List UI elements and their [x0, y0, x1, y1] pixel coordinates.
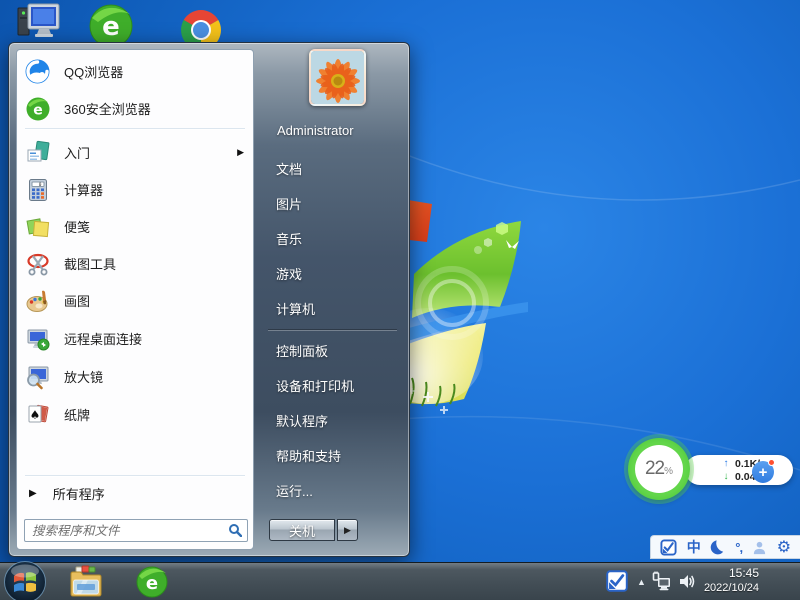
- svg-text:e: e: [33, 102, 43, 118]
- menu-item-games[interactable]: 游戏: [254, 256, 411, 291]
- upload-arrow-icon: ↑: [721, 458, 731, 469]
- memory-percent: 22: [645, 458, 664, 480]
- menu-item-run[interactable]: 运行...: [254, 473, 411, 508]
- all-programs-label: 所有程序: [53, 484, 105, 503]
- ime-language-bar: 中 °, ⚙: [650, 535, 800, 559]
- svg-text:♠: ♠: [29, 408, 40, 422]
- menu-item-label: 远程桌面连接: [64, 329, 142, 348]
- menu-item-paint[interactable]: 画图: [17, 282, 253, 319]
- all-programs-button[interactable]: ▶ 所有程序: [17, 480, 253, 506]
- user-avatar[interactable]: [309, 49, 366, 106]
- tray-date: 2022/10/24: [703, 581, 759, 596]
- volume-tray-icon[interactable]: [678, 572, 697, 596]
- shutdown-options-button[interactable]: ▶: [337, 519, 358, 541]
- all-programs-arrow-icon: ▶: [29, 488, 37, 499]
- ime-logo-icon[interactable]: [660, 539, 677, 556]
- menu-item-360-browser[interactable]: e 360安全浏览器: [17, 90, 253, 127]
- notification-dot: [768, 459, 775, 466]
- menu-item-computer[interactable]: 计算机: [254, 291, 411, 326]
- 360-browser-taskbar-icon[interactable]: e: [134, 565, 170, 600]
- show-hidden-icons-button[interactable]: ▲: [637, 577, 646, 587]
- sticky-notes-icon: [24, 213, 51, 240]
- menu-item-magnifier[interactable]: 放大镜: [17, 358, 253, 395]
- menu-item-label: 画图: [64, 291, 90, 310]
- flower-avatar-image: [311, 51, 364, 104]
- menu-item-default-programs[interactable]: 默认程序: [254, 403, 411, 438]
- desktop-wallpaper: e: [0, 0, 800, 600]
- tray-clock[interactable]: 15:45 2022/10/24: [703, 566, 759, 596]
- menu-item-pictures[interactable]: 图片: [254, 186, 411, 221]
- menu-item-devices-printers[interactable]: 设备和打印机: [254, 368, 411, 403]
- getting-started-icon: [24, 139, 51, 166]
- menu-item-remote-desktop[interactable]: 远程桌面连接: [17, 320, 253, 357]
- shutdown-controls: 关机 ▶: [269, 519, 358, 541]
- explorer-taskbar-icon[interactable]: [68, 565, 104, 600]
- paint-icon: [24, 287, 51, 314]
- right-panel-separator: [268, 330, 397, 331]
- net-speed-widget: ↑ 0.1K/s ↓ 0.04K/s + 22%: [626, 436, 796, 502]
- menu-item-music[interactable]: 音乐: [254, 221, 411, 256]
- submenu-arrow-icon: ▶: [237, 147, 244, 158]
- start-search: [24, 519, 248, 542]
- svg-text:e: e: [102, 12, 120, 42]
- menu-item-sticky-notes[interactable]: 便笺: [17, 208, 253, 245]
- tray-time: 15:45: [703, 566, 759, 581]
- start-menu: QQ浏览器 e 360安全浏览器: [8, 42, 410, 557]
- menu-item-label: 入门: [64, 143, 90, 162]
- start-button[interactable]: [3, 560, 47, 600]
- menu-item-getting-started[interactable]: 入门 ▶: [17, 134, 253, 171]
- snipping-tool-icon: [24, 250, 51, 277]
- 360-browser-icon: e: [24, 95, 51, 122]
- menu-item-qq-browser[interactable]: QQ浏览器: [17, 53, 253, 90]
- search-input[interactable]: [24, 519, 248, 542]
- ime-mode-chinese[interactable]: 中: [687, 537, 701, 557]
- ime-settings-gear-icon[interactable]: ⚙: [777, 537, 791, 557]
- user-mode-icon[interactable]: [752, 540, 767, 555]
- menu-item-label: 截图工具: [64, 254, 116, 273]
- menu-item-label: QQ浏览器: [64, 62, 123, 81]
- start-menu-right-panel: Administrator 文档 图片 音乐 游戏 计算机 控制面板 设备和打印…: [254, 43, 411, 556]
- taskbar: e ▲: [0, 562, 800, 600]
- solitaire-icon: ♠: [24, 401, 51, 428]
- remote-desktop-icon: [24, 325, 51, 352]
- start-menu-left-panel: QQ浏览器 e 360安全浏览器: [16, 49, 254, 550]
- search-icon[interactable]: [228, 523, 242, 542]
- net-speed-pill: ↑ 0.1K/s ↓ 0.04K/s: [685, 455, 793, 485]
- shutdown-button[interactable]: 关机: [269, 519, 335, 541]
- all-programs-separator: [25, 475, 245, 476]
- calculator-icon: 0: [24, 176, 51, 203]
- svg-text:e: e: [146, 573, 158, 594]
- menu-item-label: 计算器: [64, 180, 103, 199]
- menu-item-help-support[interactable]: 帮助和支持: [254, 438, 411, 473]
- tray-ime-status-icon[interactable]: [606, 570, 628, 597]
- menu-item-control-panel[interactable]: 控制面板: [254, 333, 411, 368]
- menu-item-label: 纸牌: [64, 405, 90, 424]
- menu-item-calculator[interactable]: 0 计算器: [17, 171, 253, 208]
- menu-item-label: 放大镜: [64, 367, 103, 386]
- download-arrow-icon: ↓: [721, 471, 731, 482]
- menu-item-label: 360安全浏览器: [64, 99, 151, 118]
- right-items-group2: 控制面板 设备和打印机 默认程序 帮助和支持 运行...: [254, 333, 411, 508]
- magnifier-icon: [24, 363, 51, 390]
- pinned-separator: [25, 128, 245, 129]
- menu-item-documents[interactable]: 文档: [254, 151, 411, 186]
- shutdown-arrow-icon: ▶: [344, 525, 351, 536]
- qq-browser-icon: [24, 58, 51, 85]
- right-items-group1: 文档 图片 音乐 游戏 计算机: [254, 151, 411, 326]
- svg-text:0: 0: [38, 181, 41, 187]
- menu-item-label: 便笺: [64, 217, 90, 236]
- menu-item-snipping-tool[interactable]: 截图工具: [17, 245, 253, 282]
- username-item[interactable]: Administrator: [277, 123, 354, 138]
- memory-ball[interactable]: 22%: [628, 438, 690, 500]
- punctuation-icon[interactable]: °,: [735, 540, 742, 555]
- moon-icon[interactable]: [710, 540, 725, 555]
- menu-item-solitaire[interactable]: ♠ 纸牌: [17, 396, 253, 433]
- network-tray-icon[interactable]: [652, 571, 672, 596]
